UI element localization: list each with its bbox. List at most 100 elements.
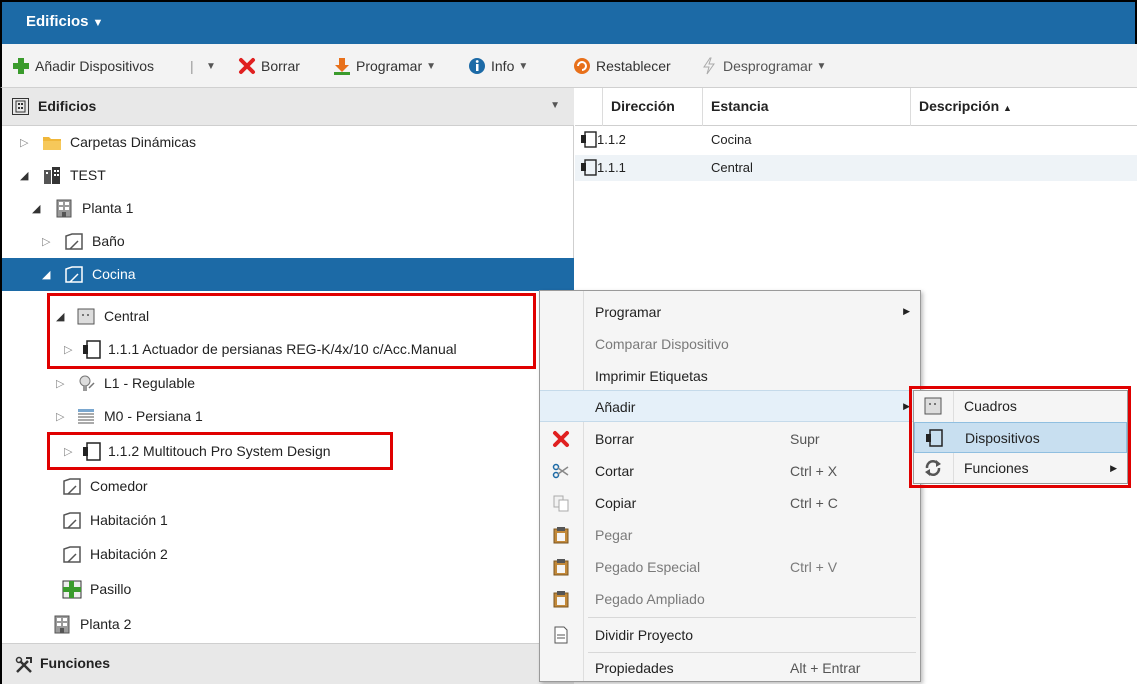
tree-item-floor-2[interactable]: Planta 2 [2, 608, 574, 641]
expand-arrow-icon[interactable]: ▷ [42, 235, 50, 248]
program-label: Programar [356, 58, 423, 74]
buildings-tree-panel: Edificios ▼ ▷ Carpetas Dinámicas ◢ TEST … [0, 88, 574, 684]
tree-item-label: Planta 2 [80, 616, 132, 632]
lightning-icon [700, 57, 718, 75]
folder-icon [42, 133, 62, 152]
cell-room: Cocina [711, 132, 752, 147]
panel-title: Edificios [26, 13, 89, 30]
column-description[interactable]: Descripción ▲ [911, 88, 1137, 126]
column-room[interactable]: Estancia [703, 88, 911, 126]
collapse-arrow-icon[interactable]: ◢ [20, 169, 28, 182]
room-icon [64, 232, 84, 251]
functions-panel-header[interactable]: Funciones [2, 643, 574, 684]
device-icon [581, 159, 597, 176]
menu-item-cut[interactable]: Cortar Ctrl + X [540, 455, 920, 487]
menu-item-label: Programar [595, 304, 662, 320]
add-devices-dropdown[interactable]: ▼ [202, 56, 216, 76]
building-icon [12, 98, 29, 115]
sort-ascending-icon: ▲ [1003, 103, 1012, 113]
blind-icon [76, 407, 96, 426]
column-room-label: Estancia [711, 98, 769, 114]
menu-item-label: Pegado Ampliado [595, 591, 705, 607]
cell-address: 1.1.1 [597, 160, 626, 175]
menu-item-compare-device[interactable]: Comparar Dispositivo [540, 328, 920, 360]
unprogram-button[interactable]: Desprogramar ▼ [700, 56, 826, 76]
expand-arrow-icon[interactable]: ▷ [56, 377, 64, 390]
tree-item-m0-blind[interactable]: ▷ M0 - Persiana 1 [2, 400, 574, 433]
info-button[interactable]: Info ▼ [468, 56, 528, 76]
highlight-box-submenu [909, 386, 1131, 488]
tree-item-label: L1 - Regulable [104, 375, 196, 391]
expand-arrow-icon[interactable]: ▷ [20, 136, 28, 149]
menu-item-program[interactable]: Programar ▶ [540, 296, 920, 328]
tree-item-kitchen[interactable]: ◢ Cocina [2, 258, 574, 291]
panel-title-dropdown[interactable]: Edificios ▼ [26, 13, 103, 30]
chevron-down-icon: ▼ [816, 60, 827, 72]
program-button[interactable]: Programar ▼ [333, 56, 436, 76]
tree-item-label: Habitación 2 [90, 546, 168, 562]
download-arrow-icon [333, 57, 351, 75]
toolbar: Añadir Dispositivos | ▼ Borrar Programar… [0, 44, 1137, 88]
tree-item-hallway[interactable]: Pasillo [2, 573, 574, 606]
clipboard-icon [552, 558, 570, 576]
menu-item-paste[interactable]: Pegar [540, 519, 920, 551]
menu-item-print-labels[interactable]: Imprimir Etiquetas [540, 360, 920, 392]
tree-item-label: Baño [92, 233, 125, 249]
menu-item-label: Borrar [595, 431, 634, 447]
floor-icon [52, 615, 72, 634]
plus-icon [12, 57, 30, 75]
tree-header[interactable]: Edificios ▼ [2, 88, 574, 126]
tree-item-bedroom-2[interactable]: Habitación 2 [2, 538, 574, 571]
room-icon [62, 511, 82, 530]
corridor-icon [62, 580, 82, 599]
column-address[interactable]: Dirección [603, 88, 703, 126]
menu-item-add[interactable]: Añadir ▶ [540, 390, 920, 422]
menu-item-copy[interactable]: Copiar Ctrl + C [540, 487, 920, 519]
chevron-down-icon: ▼ [518, 60, 529, 72]
menu-item-paste-extended[interactable]: Pegado Ampliado [540, 583, 920, 615]
tree-item-label: Carpetas Dinámicas [70, 134, 197, 150]
tree-item-label: TEST [70, 167, 106, 183]
tools-icon [14, 655, 34, 675]
collapse-arrow-icon[interactable]: ◢ [42, 268, 50, 281]
unprogram-label: Desprogramar [723, 58, 813, 74]
collapse-arrow-icon[interactable]: ◢ [32, 202, 40, 215]
menu-item-delete[interactable]: Borrar Supr [540, 423, 920, 455]
table-row[interactable]: 1.1.2 Cocina [575, 127, 1137, 153]
device-icon [581, 131, 597, 148]
reset-button[interactable]: Restablecer [573, 56, 671, 76]
menu-item-properties[interactable]: Propiedades Alt + Entrar [540, 652, 920, 684]
expand-arrow-icon[interactable]: ▷ [56, 410, 64, 423]
menu-item-label: Propiedades [595, 660, 674, 676]
copy-icon [552, 494, 570, 512]
title-bar: Edificios ▼ [0, 0, 1137, 44]
menu-separator [588, 617, 916, 618]
table-row[interactable]: 1.1.1 Central [575, 155, 1137, 181]
tree-item-dining-room[interactable]: Comedor [2, 470, 574, 503]
delete-label: Borrar [261, 58, 300, 74]
menu-item-label: Añadir [595, 399, 636, 415]
room-icon [64, 265, 84, 284]
menu-item-label: Pegar [595, 527, 633, 543]
menu-item-split-project[interactable]: Dividir Proyecto [540, 619, 920, 651]
document-icon [552, 626, 570, 644]
tree-item-dynamic-folders[interactable]: ▷ Carpetas Dinámicas [2, 126, 574, 159]
tree-item-floor-1[interactable]: ◢ Planta 1 [2, 192, 574, 225]
tree-header-label: Edificios [38, 98, 97, 114]
menu-item-paste-special[interactable]: Pegado Especial Ctrl + V [540, 551, 920, 583]
add-devices-button[interactable]: Añadir Dispositivos [12, 56, 154, 76]
tree-item-test[interactable]: ◢ TEST [2, 159, 574, 192]
delete-button[interactable]: Borrar [238, 56, 300, 76]
tree-item-bathroom[interactable]: ▷ Baño [2, 225, 574, 258]
info-label: Info [491, 58, 515, 74]
menu-item-label: Copiar [595, 495, 637, 511]
chevron-down-icon[interactable]: ▼ [550, 100, 560, 111]
tree-item-bedroom-1[interactable]: Habitación 1 [2, 504, 574, 537]
light-bulb-icon [76, 374, 96, 393]
column-description-label: Descripción [919, 98, 1000, 114]
menu-item-label: Comparar Dispositivo [595, 336, 729, 352]
menu-item-label: Cortar [595, 463, 634, 479]
menu-item-shortcut: Supr [790, 431, 820, 447]
tree-item-l1-dimmable[interactable]: ▷ L1 - Regulable [2, 367, 574, 400]
tree-item-label: Habitación 1 [90, 512, 168, 528]
